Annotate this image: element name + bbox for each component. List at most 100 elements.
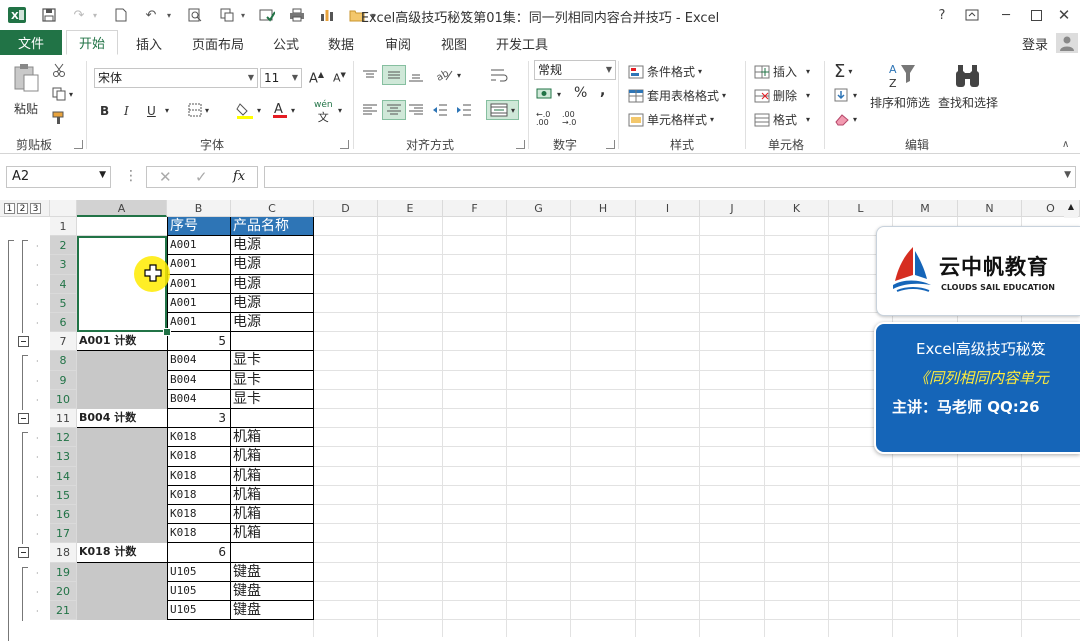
table-cell-code[interactable]: A001 [167,313,231,333]
table-cell-product[interactable]: 机箱 [231,447,314,467]
row-header-16[interactable]: 16 [50,505,77,525]
underline-button[interactable]: U [147,104,156,118]
wrap-text-button[interactable] [490,67,508,83]
formula-bar-menu-icon[interactable]: ⋮ [124,168,138,184]
border-button[interactable]: ▾ [188,103,209,117]
number-launcher-icon[interactable] [606,140,615,149]
phonetic-dropdown-icon[interactable]: ▾ [338,106,342,115]
table-cell-code[interactable]: K018 [167,447,231,467]
row-header-9[interactable]: 9 [50,370,77,390]
orientation-button[interactable]: ab ▾ [436,67,461,83]
merge-target-cell[interactable] [77,581,167,601]
formula-input[interactable]: ▼ [264,166,1076,188]
table-cell-product[interactable]: 机箱 [231,524,314,544]
tab-page-layout[interactable]: 页面布局 [192,34,244,53]
login-link[interactable]: 登录 [1022,34,1048,53]
merge-target-cell[interactable] [77,389,167,409]
table-cell-code[interactable]: B004 [167,370,231,390]
user-avatar-icon[interactable] [1056,33,1078,53]
align-bottom-button[interactable] [408,69,424,83]
font-size-select[interactable]: 11 ▼ [260,68,302,88]
row-header-12[interactable]: 12 [50,428,77,448]
table-cell-product[interactable] [231,332,314,352]
column-header-J[interactable]: J [700,200,765,217]
font-launcher-icon[interactable] [340,140,349,149]
copy-button[interactable]: ▾ [52,87,73,101]
collapse-ribbon-icon[interactable]: ∧ [1062,139,1069,150]
help-button[interactable]: ? [930,4,954,26]
row-header-17[interactable]: 17 [50,524,77,544]
tab-view[interactable]: 视图 [441,34,467,53]
merge-target-cell[interactable] [77,428,167,448]
row-header-1[interactable]: 1 [50,217,77,237]
copy-dropdown-icon[interactable]: ▾ [69,90,73,99]
column-header-G[interactable]: G [507,200,571,217]
header-cell-seq[interactable]: 序号 [167,217,231,237]
row-header-20[interactable]: 20 [50,581,77,601]
alignment-launcher-icon[interactable] [516,140,525,149]
scroll-up-button[interactable]: ▲ [1064,202,1078,218]
row-header-13[interactable]: 13 [50,447,77,467]
table-cell-product[interactable]: 电源 [231,255,314,275]
subtotal-label-cell[interactable]: K018 计数 [77,543,167,563]
row-header-5[interactable]: 5 [50,293,77,313]
outline-level-3-button[interactable]: 3 [30,203,41,214]
name-box[interactable]: A2 ▼ [6,166,111,188]
merge-target-cell[interactable] [77,601,167,621]
table-cell-code[interactable]: A001 [167,274,231,294]
table-cell-product[interactable]: 机箱 [231,428,314,448]
merge-target-cell[interactable] [77,370,167,390]
subtotal-count-cell[interactable]: 5 [167,332,231,352]
cancel-icon[interactable]: ✕ [159,168,172,186]
column-header-K[interactable]: K [765,200,829,217]
merge-target-cell[interactable] [77,447,167,467]
table-cell-code[interactable]: U105 [167,601,231,621]
format-as-table-button[interactable]: 套用表格格式 ▾ [628,87,726,104]
tab-review[interactable]: 审阅 [385,34,411,53]
expand-formula-icon[interactable]: ▼ [1064,170,1071,180]
table-cell-product[interactable] [231,409,314,429]
tab-formulas[interactable]: 公式 [273,34,299,53]
insert-cells-button[interactable]: 插入 ▾ [754,63,810,80]
increase-font-button[interactable]: A▲ [309,70,324,86]
tab-data[interactable]: 数据 [328,34,354,53]
subtotal-label-cell[interactable]: B004 计数 [77,409,167,429]
collapse-group-button[interactable] [18,547,29,559]
table-cell-code[interactable]: A001 [167,236,231,256]
row-header-2[interactable]: 2 [50,236,77,256]
format-cells-button[interactable]: 格式 ▾ [754,111,810,128]
fill-color-button[interactable]: ▾ [236,101,261,119]
decrease-decimal-button[interactable]: .00 →.0 [562,111,576,127]
cut-button[interactable] [52,63,66,77]
table-cell-product[interactable]: 机箱 [231,466,314,486]
align-center-button[interactable] [382,100,406,120]
column-header-D[interactable]: D [314,200,378,217]
fill-handle[interactable] [163,328,171,337]
align-middle-button[interactable] [382,65,406,85]
table-cell-product[interactable] [231,543,314,563]
conditional-format-button[interactable]: 条件格式 ▾ [628,63,702,80]
table-cell-code[interactable]: B004 [167,351,231,371]
autosum-button[interactable]: Σ ▾ [834,61,852,82]
align-left-button[interactable] [362,103,378,117]
tab-insert[interactable]: 插入 [136,34,162,53]
maximize-icon[interactable] [1024,4,1048,26]
comma-style-button[interactable]: , [600,83,605,99]
find-select-button[interactable]: 查找和选择 [938,61,998,111]
row-header-4[interactable]: 4 [50,274,77,294]
merge-target-cell[interactable] [77,485,167,505]
row-header-11[interactable]: 11 [50,409,77,429]
delete-cells-button[interactable]: 删除 ▾ [754,87,810,104]
row-header-10[interactable]: 10 [50,389,77,409]
clipboard-launcher-icon[interactable] [74,140,83,149]
column-header-I[interactable]: I [636,200,700,217]
row-header-3[interactable]: 3 [50,255,77,275]
row-header-14[interactable]: 14 [50,466,77,486]
merge-target-cell[interactable] [77,562,167,582]
cell-styles-button[interactable]: 单元格样式 ▾ [628,111,714,128]
decrease-font-button[interactable]: A▼ [333,71,346,85]
paste-button[interactable]: 粘贴 [12,63,40,117]
format-painter-button[interactable] [52,111,66,125]
row-header-7[interactable]: 7 [50,332,77,352]
table-cell-product[interactable]: 电源 [231,313,314,333]
